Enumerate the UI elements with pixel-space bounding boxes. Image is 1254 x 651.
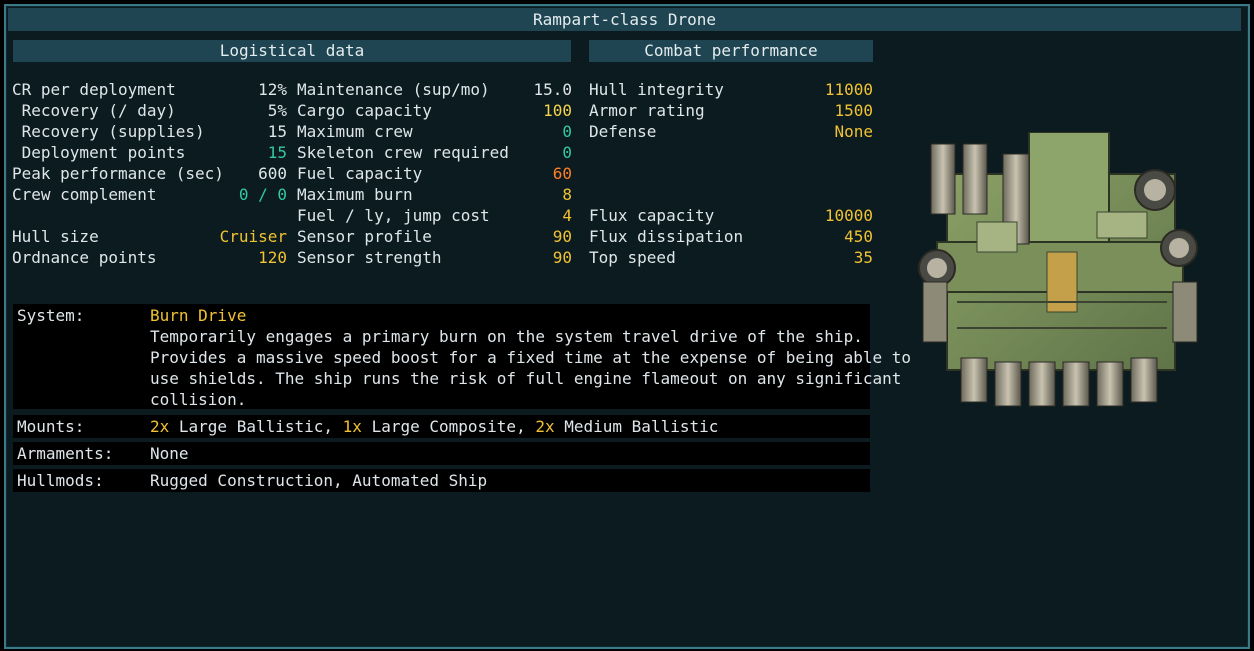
mount-count: 2x <box>150 417 170 436</box>
stat-value: 15.0 <box>533 80 572 99</box>
stat-value: 15 <box>267 143 287 162</box>
stat-row: Fuel capacity 60 <box>297 163 572 184</box>
stat-label: Recovery (supplies) <box>12 122 205 141</box>
logistical-data-header: Logistical data <box>13 40 571 62</box>
stat-row: Armor rating 1500 <box>589 100 873 121</box>
stat-row: Sensor profile 90 <box>297 226 572 247</box>
stat-label: Cargo capacity <box>297 101 432 120</box>
stat-row: Flux capacity 10000 <box>589 205 873 226</box>
armaments-box: Armaments: None <box>13 442 870 465</box>
armaments-value: None <box>150 444 189 463</box>
mount-type: Large Composite, <box>361 417 526 436</box>
stat-label: Sensor profile <box>297 227 432 246</box>
stat-row: Skeleton crew required 0 <box>297 142 572 163</box>
stat-label: Fuel / ly, jump cost <box>297 206 490 225</box>
stat-value: 8 <box>562 185 572 204</box>
stat-row: Recovery (supplies) 15 <box>12 121 287 142</box>
window-title: Rampart-class Drone <box>8 8 1241 31</box>
stat-value: 4 <box>562 206 572 225</box>
stat-label: Flux dissipation <box>589 227 744 246</box>
ship-sprite-image <box>918 132 1198 407</box>
stat-row: CR per deployment 12% <box>12 79 287 100</box>
stat-row: Crew complement 0 / 0 <box>12 184 287 205</box>
stat-value: Cruiser <box>219 227 287 246</box>
stat-row: Hull size Cruiser <box>12 226 287 247</box>
stat-row: Recovery (/ day) 5% <box>12 100 287 121</box>
stat-value: 5% <box>267 101 287 120</box>
stat-value: 0 / 0 <box>238 185 287 204</box>
mount-type: Large Ballistic, <box>169 417 334 436</box>
hullmods-value: Rugged Construction, Automated Ship <box>150 471 488 490</box>
system-description-line: Temporarily engages a primary burn on th… <box>150 327 863 346</box>
stat-value: 120 <box>258 248 287 267</box>
stat-value: 15 <box>267 122 287 141</box>
stat-label: Recovery (/ day) <box>12 101 176 120</box>
stat-row: Maximum crew 0 <box>297 121 572 142</box>
armaments-label: Armaments: <box>17 444 114 463</box>
stat-label: Maintenance (sup/mo) <box>297 80 490 99</box>
stat-label: Hull integrity <box>589 80 724 99</box>
stat-value: 12% <box>258 80 287 99</box>
stat-value: 10000 <box>824 206 873 225</box>
stat-value: 100 <box>543 101 572 120</box>
system-name: Burn Drive <box>150 306 247 325</box>
stat-row: Flux dissipation 450 <box>589 226 873 247</box>
stat-value: 0 <box>562 143 572 162</box>
stat-value: 35 <box>853 248 873 267</box>
stat-value: 90 <box>552 248 572 267</box>
stat-row: Top speed 35 <box>589 247 873 268</box>
stat-label: Maximum burn <box>297 185 413 204</box>
stat-row: Ordnance points 120 <box>12 247 287 268</box>
stat-label: Peak performance (sec) <box>12 164 224 183</box>
system-description-box: System: Burn Drive Temporarily engages a… <box>13 304 911 409</box>
mounts-box: Mounts: 2x Large Ballistic, 1x Large Com… <box>13 415 870 438</box>
stat-label: Maximum crew <box>297 122 413 141</box>
stat-label: Armor rating <box>589 101 705 120</box>
stat-label: Sensor strength <box>297 248 442 267</box>
stat-row: Cargo capacity 100 <box>297 100 572 121</box>
system-description-line: use shields. The ship runs the risk of f… <box>150 369 902 388</box>
mount-count: 1x <box>342 417 362 436</box>
stat-value: 0 <box>562 122 572 141</box>
stat-label: Ordnance points <box>12 248 157 267</box>
stat-row: Fuel / ly, jump cost 4 <box>297 205 572 226</box>
stat-value: 1500 <box>834 101 873 120</box>
stat-row: Hull integrity 11000 <box>589 79 873 100</box>
mounts-label: Mounts: <box>17 417 85 436</box>
system-description-line: collision. <box>150 390 247 409</box>
mount-count: 2x <box>535 417 555 436</box>
system-description-line: Provides a massive speed boost for a fix… <box>150 348 911 367</box>
stat-row: Maintenance (sup/mo) 15.0 <box>297 79 572 100</box>
system-label: System: <box>17 306 85 325</box>
mount-type: Medium Ballistic <box>554 417 719 436</box>
stat-value: 60 <box>552 164 572 183</box>
stat-label: Skeleton crew required <box>297 143 509 162</box>
stat-row: Deployment points 15 <box>12 142 287 163</box>
stat-row: Maximum burn 8 <box>297 184 572 205</box>
stat-row: Peak performance (sec) 600 <box>12 163 287 184</box>
stat-label: Fuel capacity <box>297 164 423 183</box>
stat-value: 450 <box>844 227 873 246</box>
stat-label: CR per deployment <box>12 80 176 99</box>
combat-performance-header: Combat performance <box>589 40 873 62</box>
stat-value: 600 <box>258 164 287 183</box>
stat-label: Crew complement <box>12 185 157 204</box>
stat-label: Defense <box>589 122 657 141</box>
stat-value: 90 <box>552 227 572 246</box>
stat-label: Hull size <box>12 227 99 246</box>
mounts-list: 2x Large Ballistic, 1x Large Composite, … <box>150 416 718 437</box>
stat-value: None <box>834 122 873 141</box>
hullmods-box: Hullmods: Rugged Construction, Automated… <box>13 469 870 492</box>
hullmods-label: Hullmods: <box>17 471 104 490</box>
stat-label: Flux capacity <box>589 206 715 225</box>
stat-value: 11000 <box>824 80 873 99</box>
stat-row: Sensor strength 90 <box>297 247 572 268</box>
stat-label: Deployment points <box>12 143 186 162</box>
stat-label: Top speed <box>589 248 676 267</box>
stat-row: Defense None <box>589 121 873 142</box>
